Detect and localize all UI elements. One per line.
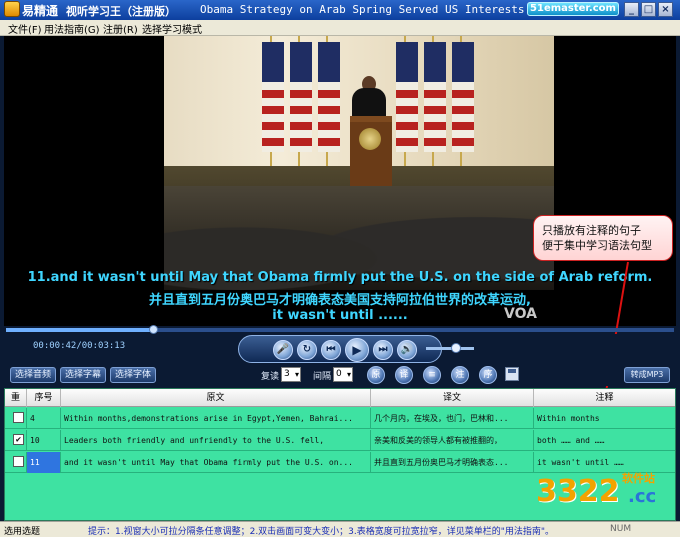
progress-handle[interactable]	[148, 325, 158, 334]
repeat-count-select[interactable]: 3	[281, 367, 301, 382]
volume-handle[interactable]	[450, 343, 461, 353]
menu-learning-mode[interactable]: 选择学习模式	[142, 21, 202, 36]
row-note: both …… and ……	[537, 436, 605, 445]
table-row[interactable]: 4 Within months,demonstrations arise in …	[5, 408, 675, 429]
row-translation: 几个月内，在埃及，也门，巴林和...	[371, 408, 534, 429]
list-icon[interactable]: ≡	[423, 366, 441, 384]
header-number[interactable]: 序号	[27, 389, 61, 407]
control-bar: 00:00:42/00:03:13 🎤 ↻ ⏮ ▶ ⏭ 🔊	[0, 334, 680, 364]
numlock-indicator: NUM	[610, 524, 632, 534]
save-icon[interactable]	[505, 367, 519, 381]
mic-icon[interactable]: 🎤	[273, 340, 293, 360]
prev-icon[interactable]: ⏮	[321, 340, 341, 360]
callout-line-1: 只播放有注释的句子	[542, 224, 641, 237]
tip-callout: 只播放有注释的句子 便于集中学习语法句型	[533, 215, 673, 261]
time-display: 00:00:42/00:03:13	[33, 341, 126, 351]
transport-controls: 🎤 ↻ ⏮ ▶ ⏭ 🔊	[238, 335, 442, 363]
tool-bar: 选择音频 选择字幕 选择字体 复读 3 间隔 0 原 译 ≡ 注 序 转成MP3	[0, 364, 680, 386]
volume-slider[interactable]	[426, 343, 474, 353]
row-translation: 亲美和反美的领导人都有被推翻的，	[371, 430, 534, 451]
maximize-button[interactable]: □	[641, 2, 656, 17]
row-note: Within months	[537, 414, 600, 423]
progress-bar[interactable]	[6, 325, 674, 334]
original-text-button[interactable]: 原	[367, 366, 385, 384]
header-original[interactable]: 原文	[61, 389, 371, 407]
window-title: Obama Strategy on Arab Spring Served US …	[200, 3, 551, 16]
table-row[interactable]: ✔ 10 Leaders both friendly and unfriendl…	[5, 430, 675, 451]
menu-guide[interactable]: 用法指南(G)	[44, 21, 100, 36]
row-number: 4	[27, 408, 61, 429]
menu-bar: 文件(F) 用法指南(G) 注册(R) 选择学习模式	[0, 20, 680, 36]
row-original: Within months,demonstrations arise in Eg…	[61, 408, 371, 429]
status-bar: 选用选题 提示：1.视窗大小可拉分隔条任意调整；2.双击画面可变大变小；3.表格…	[0, 521, 680, 537]
video-player[interactable]: VOA 11.and it wasn't until May that Obam…	[4, 36, 676, 326]
interval-select[interactable]: 0	[333, 367, 353, 382]
order-button[interactable]: 序	[479, 366, 497, 384]
repeat-label: 复读	[261, 372, 280, 382]
row-translation: 并且直到五月份奥巴马才明确表态...	[371, 452, 534, 473]
translation-button[interactable]: 译	[395, 366, 413, 384]
select-subtitle-button[interactable]: 选择字幕	[60, 367, 107, 383]
close-button[interactable]: ×	[658, 2, 673, 17]
repeat-checkbox[interactable]: ✔	[13, 434, 24, 445]
row-note: it wasn't until ……	[537, 458, 624, 467]
flag-image	[262, 42, 284, 152]
callout-line-2: 便于集中学习语法句型	[542, 239, 652, 252]
menu-file[interactable]: 文件(F)	[8, 21, 42, 36]
header-repeat[interactable]: 重	[5, 389, 27, 407]
subtitle-english: 11.and it wasn't until May that Obama fi…	[27, 270, 653, 285]
table-header: 重 序号 原文 译文 注释	[5, 389, 675, 407]
subtitle-note: it wasn't until ......	[272, 308, 408, 323]
video-frame[interactable]	[164, 36, 554, 290]
flag-image	[452, 42, 474, 152]
seal-icon	[359, 128, 381, 150]
subtitle-chinese: 并且直到五月份奥巴马才明确表态美国支持阿拉伯世界的改革运动,	[149, 293, 531, 308]
status-tip: 提示：1.视窗大小可拉分隔条任意调整；2.双击画面可变大变小；3.表格宽度可拉宽…	[88, 527, 555, 537]
next-icon[interactable]: ⏭	[373, 340, 393, 360]
select-audio-button[interactable]: 选择音频	[10, 367, 57, 383]
site-badge[interactable]: 51emaster.com	[527, 2, 619, 16]
status-text: 选用选题	[4, 527, 41, 537]
app-subtitle: 视听学习王（注册版）	[66, 5, 176, 18]
repeat-checkbox[interactable]	[13, 456, 24, 467]
progress-fill	[6, 328, 153, 332]
row-original: and it wasn't until May that Obama firml…	[61, 452, 371, 473]
app-logo-icon	[4, 1, 20, 17]
repeat-checkbox[interactable]	[13, 412, 24, 423]
convert-mp3-button[interactable]: 转成MP3	[624, 367, 670, 383]
flag-image	[424, 42, 446, 152]
interval-label: 间隔	[313, 372, 332, 382]
row-original: Leaders both friendly and unfriendly to …	[61, 430, 371, 451]
menu-register[interactable]: 注册(R)	[103, 21, 138, 36]
play-icon[interactable]: ▶	[345, 338, 369, 362]
flag-image	[290, 42, 312, 152]
note-button[interactable]: 注	[451, 366, 469, 384]
header-translation[interactable]: 译文	[371, 389, 534, 407]
select-font-button[interactable]: 选择字体	[110, 367, 157, 383]
repeat-icon[interactable]: ↻	[297, 340, 317, 360]
table-row[interactable]: 11 and it wasn't until May that Obama fi…	[5, 452, 675, 473]
app-name: 易精通	[22, 4, 59, 18]
row-number: 11	[27, 452, 61, 473]
title-bar: 易精通 视听学习王（注册版） Obama Strategy on Arab Sp…	[0, 0, 680, 20]
row-number: 10	[27, 430, 61, 451]
minimize-button[interactable]: _	[624, 2, 639, 17]
flag-image	[396, 42, 418, 152]
flag-image	[318, 42, 340, 152]
header-note[interactable]: 注释	[534, 389, 675, 407]
sentence-table: 重 序号 原文 译文 注释 4 Within months,demonstrat…	[4, 388, 676, 521]
volume-icon[interactable]: 🔊	[397, 340, 417, 360]
